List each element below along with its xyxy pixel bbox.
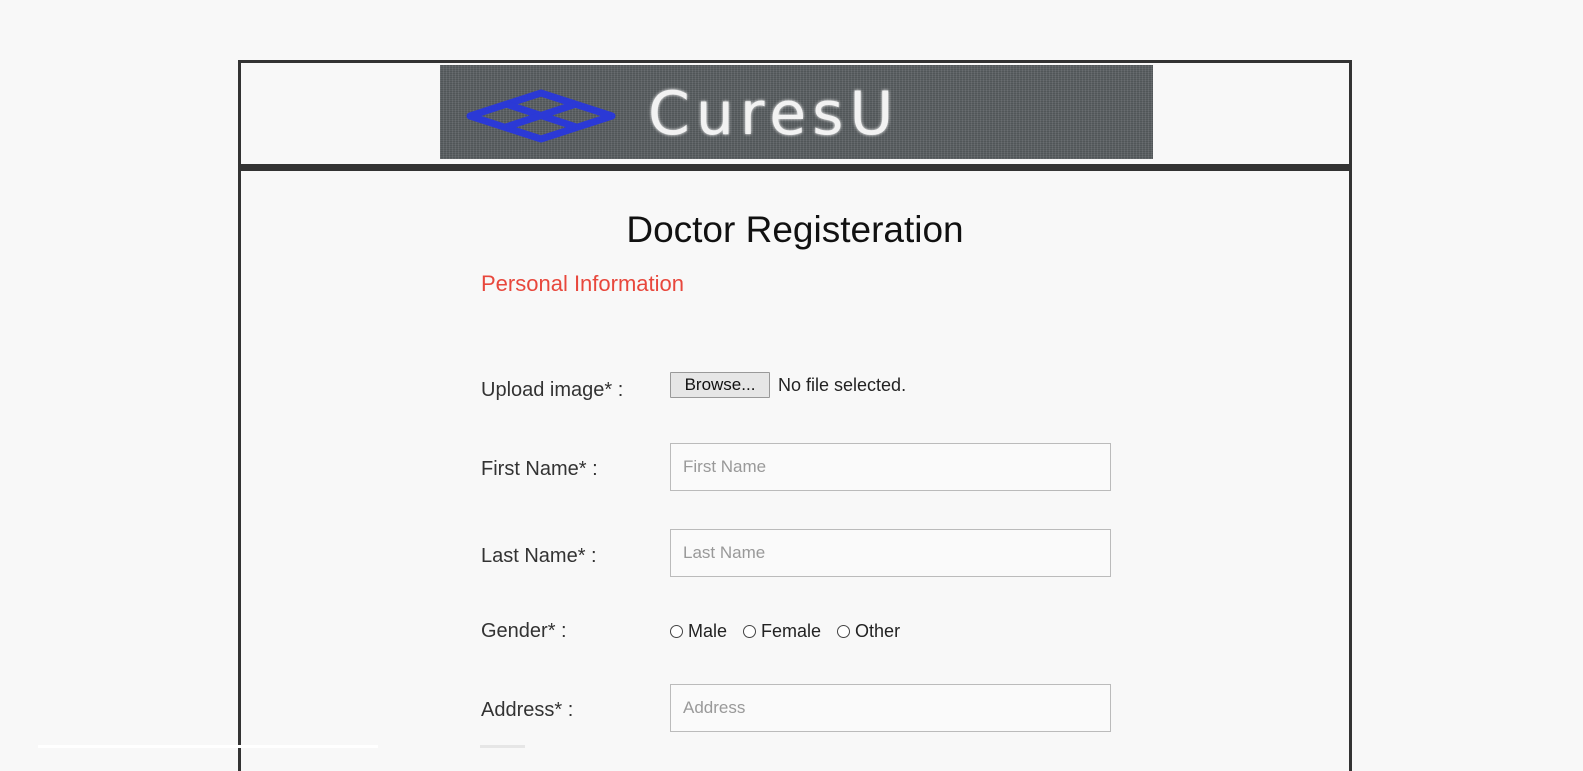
gender-option-other[interactable]: Other (837, 621, 900, 642)
gender-male-label: Male (688, 621, 728, 641)
gender-label: Gender* : (481, 620, 567, 642)
logo-text: CuresU (648, 79, 900, 149)
gender-radio-group: Male Female Other (670, 621, 916, 642)
address-label: Address* : (481, 699, 574, 721)
registration-panel: Doctor Registeration Personal Informatio… (238, 168, 1352, 771)
last-name-label: Last Name* : (481, 545, 597, 567)
cube-icon (466, 89, 616, 143)
upload-image-label: Upload image* : (481, 379, 624, 401)
first-name-label: First Name* : (481, 458, 598, 480)
radio-male[interactable] (670, 625, 683, 638)
gender-other-label: Other (855, 621, 901, 641)
section-heading: Personal Information (481, 271, 684, 296)
gender-option-male[interactable]: Male (670, 621, 727, 642)
horizontal-scrollbar-thumb[interactable] (480, 745, 525, 748)
logo-banner: CuresU (440, 65, 1153, 159)
address-input[interactable] (670, 684, 1111, 732)
header-frame: CuresU (238, 60, 1352, 168)
first-name-input[interactable] (670, 443, 1111, 491)
file-status-text: No file selected. (778, 375, 907, 395)
radio-female[interactable] (743, 625, 757, 638)
horizontal-scrollbar-track[interactable] (38, 745, 378, 748)
gender-option-female[interactable]: Female (743, 621, 821, 642)
browse-button[interactable]: Browse... (670, 372, 770, 398)
radio-other[interactable] (837, 625, 851, 638)
gender-female-label: Female (761, 621, 822, 641)
page-title: Doctor Registeration (626, 209, 964, 250)
last-name-input[interactable] (670, 529, 1111, 577)
